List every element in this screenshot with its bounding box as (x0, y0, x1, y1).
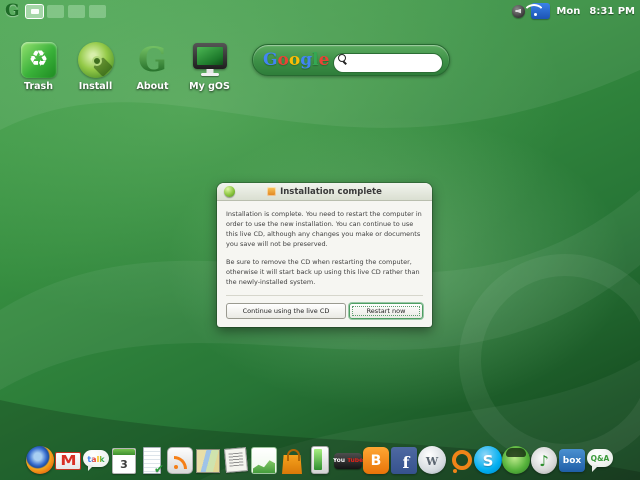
system-tray: Mon 8:31 PM (512, 3, 635, 19)
clock-day: Mon (556, 6, 580, 17)
g-glyph: G (138, 43, 167, 77)
dock-icon-glyph: M (60, 455, 76, 468)
dock-icon-glyph: W (426, 456, 438, 467)
dock-firefox-icon[interactable] (26, 445, 54, 477)
dock-skype-icon[interactable]: S (474, 445, 502, 477)
top-panel: G Mon 8:31 PM (0, 0, 640, 24)
desktop-icon-trash[interactable]: ♻ Trash (10, 42, 67, 92)
desktop-icon-about[interactable]: G About (124, 42, 181, 92)
dock-google-shopping-icon[interactable] (278, 445, 306, 477)
dock-meebo-icon[interactable] (446, 445, 474, 477)
dock-icon-glyph (174, 465, 178, 469)
dialog-button-row: Continue using the live CD Restart now (226, 303, 423, 319)
dock-icon-glyph: box (563, 457, 581, 466)
desktop-icon-label: Install (79, 81, 112, 92)
recycle-glyph: ♻ (29, 49, 49, 71)
search-field-wrap (333, 50, 443, 70)
dock-icon-glyph: You Tube (333, 458, 363, 464)
dock-google-news-icon[interactable] (222, 445, 250, 477)
monitor-base (201, 73, 219, 76)
dock-xine-icon[interactable] (502, 445, 530, 477)
dock-youtube-icon[interactable]: You Tube (334, 445, 362, 477)
desktop-icons: ♻ Trash Install G About My gOS (10, 42, 238, 92)
dock-icon-glyph: f (403, 455, 410, 471)
dialog-titlebar[interactable]: Installation complete (217, 183, 432, 201)
dock-google-calendar-icon[interactable]: 3 (110, 445, 138, 477)
gos-menu-logo[interactable]: G (5, 1, 20, 21)
workspace-4[interactable] (89, 5, 106, 18)
dialog-separator (226, 295, 423, 296)
dock-box-icon[interactable]: box (558, 445, 586, 477)
workspace-3[interactable] (68, 5, 85, 18)
dock-blogger-icon[interactable]: B (362, 445, 390, 477)
dock-rhythmbox-icon[interactable]: ♪ (530, 445, 558, 477)
clock-time: 8:31 PM (589, 6, 635, 17)
desktop-icon-install[interactable]: Install (67, 42, 124, 92)
dock-facebook-icon[interactable]: f (390, 445, 418, 477)
google-logo: Google (263, 50, 329, 70)
computer-monitor-icon (192, 42, 228, 78)
dock-wikipedia-icon[interactable]: W (418, 445, 446, 477)
close-button[interactable] (224, 186, 235, 197)
dialog-body: Installation is complete. You need to re… (217, 201, 432, 327)
desktop-icon-label: My gOS (189, 81, 230, 92)
dialog-title: Installation complete (280, 187, 382, 197)
desktop-icon-label: About (137, 81, 169, 92)
dock-google-reader-icon[interactable] (166, 445, 194, 477)
restart-now-button[interactable]: Restart now (349, 303, 423, 319)
dock-icon-glyph: S (483, 454, 494, 469)
trash-icon: ♻ (21, 42, 57, 78)
dock-google-docs-icon[interactable]: ✔ (138, 445, 166, 477)
dock-icon-glyph: B (371, 454, 382, 468)
dock: Mtalk 3 ✔ You Tube Bf W S ♪ box Q&A (26, 445, 614, 477)
desktop-icon-my-gos[interactable]: My gOS (181, 42, 238, 92)
dialog-paragraph: Installation is complete. You need to re… (226, 209, 423, 249)
dock-icon-glyph: ✔ (154, 463, 164, 475)
workspace-2[interactable] (47, 5, 64, 18)
dock-faqly-icon[interactable]: Q&A (586, 445, 614, 477)
installation-complete-dialog: Installation complete Installation is co… (217, 183, 432, 327)
dock-icon-glyph: ♪ (539, 454, 549, 469)
dock-icon-glyph: Q&A (591, 455, 610, 463)
dock-icon-glyph: 3 (120, 459, 128, 470)
clock: Mon 8:31 PM (556, 6, 635, 17)
google-search-input[interactable] (333, 53, 443, 73)
desktop-icon-label: Trash (24, 81, 53, 92)
workspace-1[interactable] (26, 5, 43, 18)
about-g-icon: G (135, 42, 171, 78)
install-cd-icon (78, 42, 114, 78)
dock-vending-icon[interactable] (306, 445, 334, 477)
dialog-paragraph: Be sure to remove the CD when restarting… (226, 257, 423, 287)
dock-gmail-icon[interactable]: M (54, 445, 82, 477)
volume-icon[interactable] (512, 5, 525, 18)
dock-google-finance-icon[interactable] (250, 445, 278, 477)
dock-google-talk-icon[interactable]: talk (82, 445, 110, 477)
google-search-widget: Google (252, 44, 450, 76)
continue-live-cd-button[interactable]: Continue using the live CD (226, 303, 346, 319)
dock-icon-glyph: talk (87, 455, 104, 464)
installer-icon (267, 187, 276, 196)
workspace-switcher (26, 5, 106, 18)
dock-google-maps-icon[interactable] (194, 445, 222, 477)
network-icon[interactable] (531, 3, 550, 19)
